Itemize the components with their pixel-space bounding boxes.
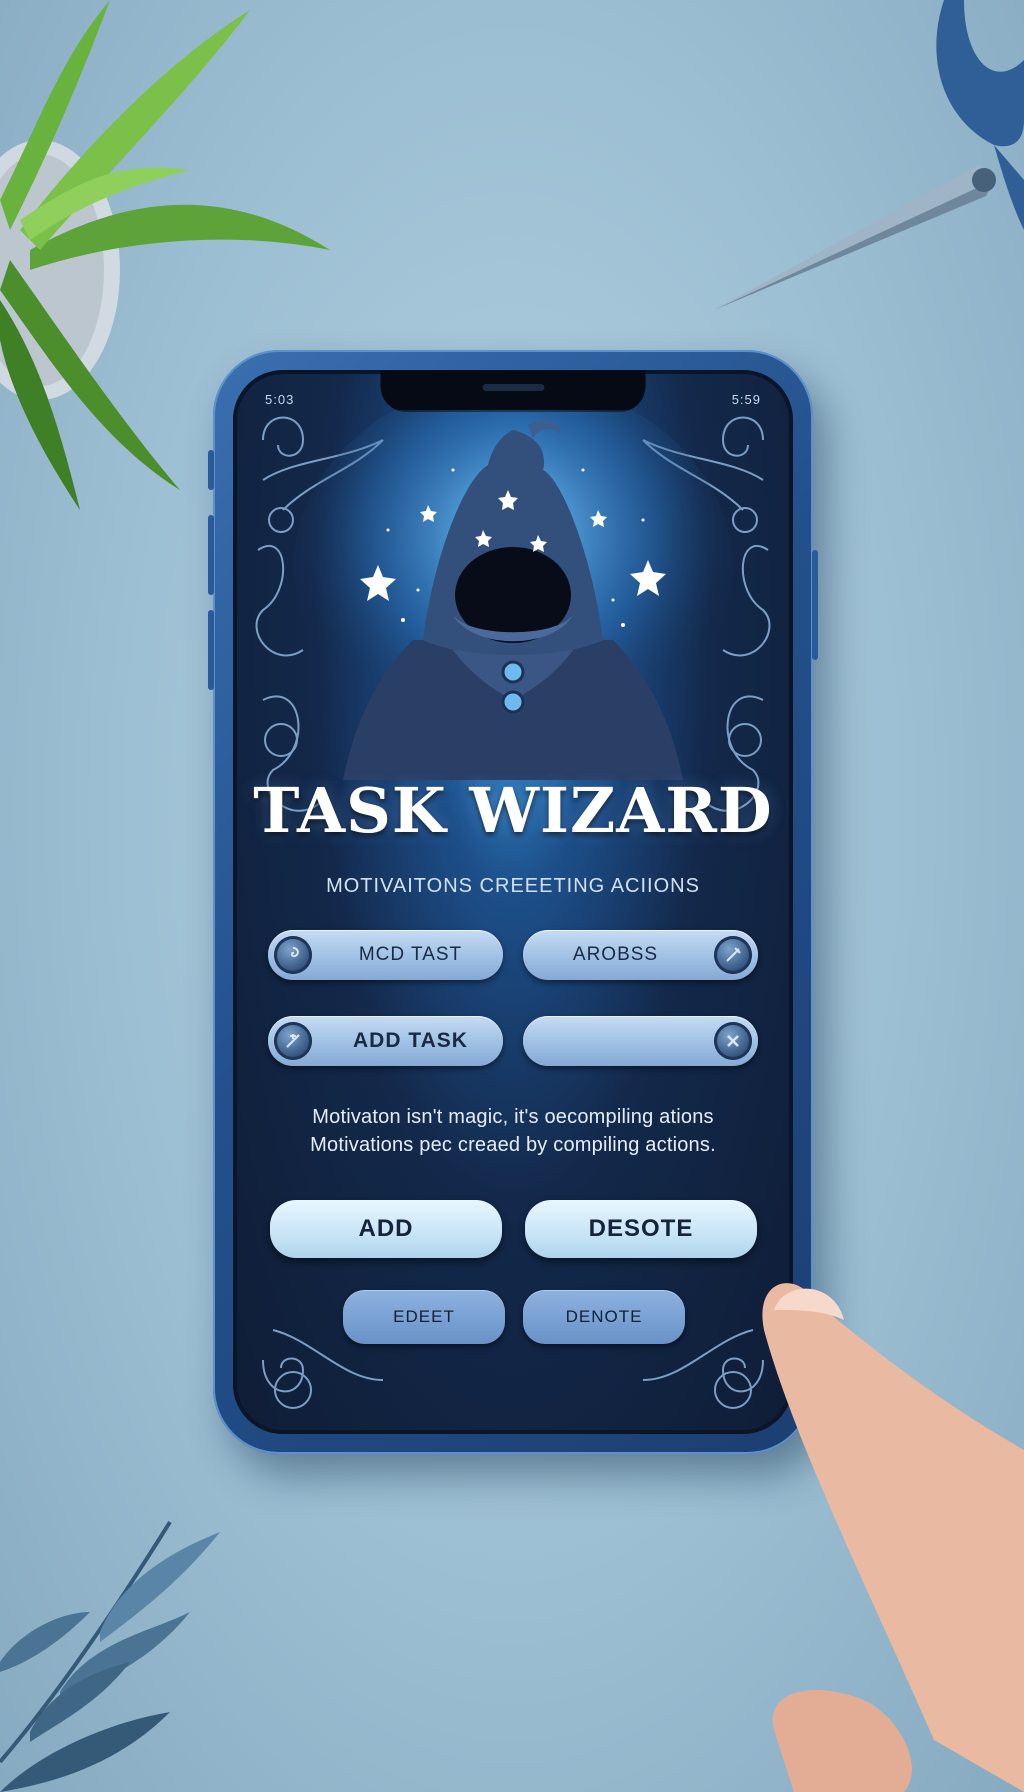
smartphone: 5:03 5:59 TASK WIZARD MOTIVAITONS CREEET…	[208, 350, 818, 1454]
mcd-tast-button[interactable]: MCD TAST	[268, 930, 503, 980]
denote-button-label: DENOTE	[565, 1307, 643, 1326]
phone-volume-up-button	[208, 515, 214, 595]
add-task-label: ADD TASK	[353, 1029, 468, 1052]
phone-volume-down-button	[208, 610, 214, 690]
edit-button[interactable]: EDEET	[343, 1290, 505, 1344]
unlabeled-action-button[interactable]	[523, 1016, 758, 1066]
close-icon	[714, 1022, 752, 1060]
phone-side-button	[208, 450, 214, 490]
delete-button-label: DESOTE	[588, 1215, 694, 1242]
add-button[interactable]: ADD	[270, 1200, 502, 1258]
delete-button[interactable]: DESOTE	[525, 1200, 757, 1258]
desk-scene: 5:03 5:59 TASK WIZARD MOTIVAITONS CREEET…	[0, 0, 1024, 1792]
motivation-quote-line-1: Motivaton isn't magic, it's oecompiling …	[312, 1106, 714, 1128]
wand-icon	[714, 936, 752, 974]
scissors-decoration	[714, 0, 1024, 310]
swirl-icon	[274, 936, 312, 974]
add-task-button[interactable]: ADD TASK	[268, 1016, 503, 1066]
add-button-label: ADD	[358, 1215, 414, 1242]
finger-decoration	[762, 1283, 1024, 1792]
mcd-tast-label: MCD TAST	[358, 944, 463, 965]
phone-power-button	[812, 550, 818, 660]
app-subtitle: MOTIVAITONS CREEETING ACIIONS	[326, 875, 700, 897]
edit-button-label: EDEET	[393, 1307, 455, 1326]
arobss-label: AROBSS	[572, 944, 659, 965]
app-title: TASK WIZARD	[253, 774, 773, 847]
app-screen: 5:03 5:59 TASK WIZARD MOTIVAITONS CREEET…	[233, 370, 793, 1434]
motivation-quote-line-2: Motivations pec creaed by compiling acti…	[310, 1134, 716, 1156]
denote-button[interactable]: DENOTE	[523, 1290, 685, 1344]
wizard-hood-illustration	[293, 410, 733, 780]
arobss-button[interactable]: AROBSS	[523, 930, 758, 980]
wand-icon	[274, 1022, 312, 1060]
fern-decoration	[0, 1520, 220, 1792]
